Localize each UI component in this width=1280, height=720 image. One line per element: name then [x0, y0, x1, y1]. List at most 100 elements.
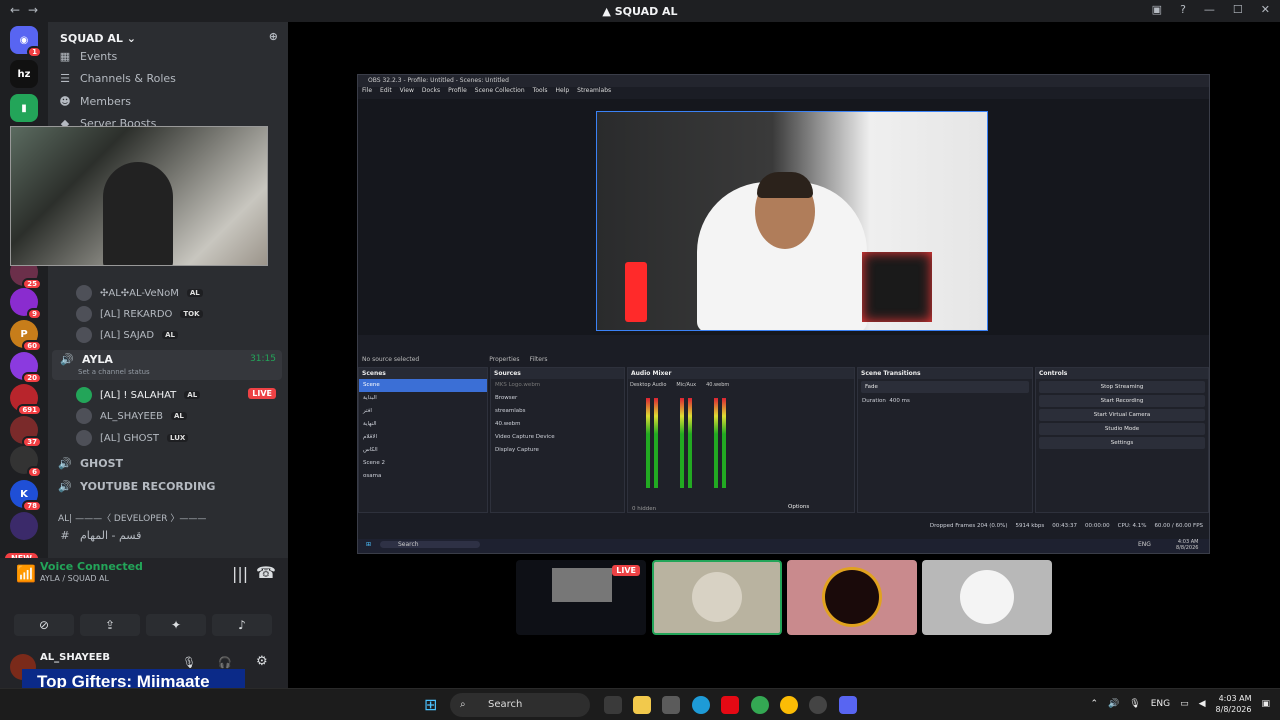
stream-tile-obs[interactable]: LIVE [516, 560, 646, 635]
help-icon[interactable]: ? [1180, 3, 1186, 16]
clock[interactable]: 4:03 AM 8/8/2026 [1216, 693, 1252, 715]
mic-icon[interactable]: 🎙 [182, 656, 196, 669]
filters-button[interactable]: Filters [530, 356, 548, 364]
scene-item[interactable]: Scene 2 [359, 457, 487, 470]
language-indicator[interactable]: ENG [1151, 699, 1170, 709]
store-icon[interactable] [662, 696, 680, 714]
voice-channel-ayla[interactable]: 🔊 AYLA 31:15 Set a channel status [52, 350, 282, 380]
start-recording-button[interactable]: Start Recording [1039, 395, 1205, 407]
options-button[interactable]: Options [788, 504, 809, 510]
server-icon-6[interactable]: 37 [10, 416, 42, 448]
windows-start-icon[interactable]: ⊞ [424, 695, 437, 714]
menu-docks[interactable]: Docks [422, 87, 440, 94]
members-item[interactable]: ☻ Members [58, 95, 131, 108]
obs-icon[interactable] [809, 696, 827, 714]
voice-channel-youtube[interactable]: 🔊 YOUTUBE RECORDING [58, 480, 215, 493]
menu-streamlabs[interactable]: Streamlabs [577, 87, 611, 94]
menu-file[interactable]: File [362, 87, 372, 94]
scene-item[interactable]: الاقلام [359, 431, 487, 444]
source-item[interactable]: Browser [491, 392, 624, 405]
task-view-icon[interactable] [604, 696, 622, 714]
notification-icon[interactable]: ▣ [1261, 699, 1270, 709]
netflix-icon[interactable] [721, 696, 739, 714]
source-item[interactable]: Display Capture [491, 444, 624, 457]
properties-button[interactable]: Properties [489, 356, 519, 364]
chevron-up-icon[interactable]: ⌃ [1091, 699, 1099, 709]
discord-icon[interactable] [839, 696, 857, 714]
user-name[interactable]: AL_SHAYEEB [40, 652, 110, 663]
source-item[interactable]: streamlabs [491, 405, 624, 418]
scene-item[interactable]: الكاس [359, 444, 487, 457]
discord-home-icon[interactable]: ◉ 1 [10, 26, 42, 58]
disconnect-icon[interactable]: ☎ [256, 563, 276, 582]
server-icon-9[interactable] [10, 512, 38, 540]
voice-member[interactable]: [AL] SAJAD AL [76, 327, 178, 343]
scene-item[interactable]: النهاية [359, 418, 487, 431]
menu-scene-collection[interactable]: Scene Collection [475, 87, 525, 94]
channel-status[interactable]: Set a channel status [78, 368, 150, 376]
gear-icon[interactable]: ⚙ [256, 654, 268, 669]
file-explorer-icon[interactable] [633, 696, 651, 714]
mic-icon[interactable]: 🎙 [1129, 699, 1140, 709]
events-item[interactable]: ▦ Events [58, 50, 117, 63]
voice-member[interactable]: [AL] GHOST LUX [76, 430, 189, 446]
server-icon-2[interactable]: 9 [10, 288, 42, 320]
settings-button[interactable]: Settings [1039, 437, 1205, 449]
menu-help[interactable]: Help [555, 87, 569, 94]
scene-item[interactable]: البداية [359, 392, 487, 405]
voice-channel-ghost[interactable]: 🔊 GHOST [58, 457, 123, 470]
noise-suppression-icon[interactable]: ||| [232, 564, 248, 583]
text-channel-tasks[interactable]: # قسم - المهام [58, 529, 141, 542]
stream-tile-member[interactable] [922, 560, 1052, 635]
chrome-profile-icon[interactable] [780, 696, 798, 714]
soundboard-button[interactable]: ♪ [212, 614, 272, 636]
close-button[interactable]: ✕ [1261, 3, 1270, 16]
server-icon-8[interactable]: K 78 [10, 480, 42, 512]
server-icon-5[interactable]: 691 [10, 384, 42, 416]
server-icon-3[interactable]: P 60 [10, 320, 42, 352]
voice-member[interactable]: AL_SHAYEEB AL [76, 408, 187, 424]
source-item[interactable]: MKS Logo.webm [491, 379, 624, 392]
server-icon-4[interactable]: 20 [10, 352, 42, 384]
inbox-icon[interactable]: ▣ [1152, 3, 1162, 16]
menu-profile[interactable]: Profile [448, 87, 467, 94]
voice-member[interactable]: ✣AL✣AL-VeNoM AL [76, 285, 203, 301]
chrome-icon[interactable] [751, 696, 769, 714]
stream-tile-user[interactable] [652, 560, 782, 635]
invite-icon[interactable]: ⊕ [269, 30, 278, 43]
stop-streaming-button[interactable]: Stop Streaming [1039, 381, 1205, 393]
menu-view[interactable]: View [400, 87, 414, 94]
start-virtual-camera-button[interactable]: Start Virtual Camera [1039, 409, 1205, 421]
volume-icon[interactable]: 🔊 [1108, 699, 1119, 709]
headphones-icon[interactable]: 🎧 [218, 656, 232, 669]
speaker-icon[interactable]: ◀ [1199, 699, 1206, 709]
minimize-button[interactable]: — [1204, 3, 1215, 16]
edge-icon[interactable] [692, 696, 710, 714]
server-hz[interactable]: hz [10, 60, 38, 88]
studio-mode-button[interactable]: Studio Mode [1039, 423, 1205, 435]
duration-input[interactable]: 400 ms [889, 398, 909, 404]
camera-off-button[interactable]: ⊘ [14, 614, 74, 636]
signal-icon[interactable]: 📶 [16, 564, 36, 583]
scene-item[interactable]: Scene [359, 379, 487, 392]
screenshare-button[interactable]: ⇪ [80, 614, 140, 636]
source-item[interactable]: 40.webm [491, 418, 624, 431]
taskbar-search[interactable]: ⌕ Search [450, 693, 590, 717]
voice-member[interactable]: [AL] ! SALAHAT AL [76, 387, 201, 403]
transition-select[interactable]: Fade [861, 381, 1029, 393]
channels-roles-item[interactable]: ☰ Channels & Roles [58, 72, 176, 85]
menu-tools[interactable]: Tools [533, 87, 548, 94]
maximize-button[interactable]: ☐ [1233, 3, 1243, 16]
source-item[interactable]: Video Capture Device [491, 431, 624, 444]
server-icon-7[interactable]: 6 [10, 446, 42, 478]
voice-channel-path[interactable]: AYLA / SQUAD AL [40, 574, 109, 583]
stream-tile-syb[interactable] [787, 560, 917, 635]
scene-item[interactable]: osama [359, 470, 487, 483]
server-folder[interactable]: ▮ [10, 94, 38, 122]
scene-item[interactable]: افتر [359, 405, 487, 418]
activities-button[interactable]: ✦ [146, 614, 206, 636]
menu-edit[interactable]: Edit [380, 87, 392, 94]
display-icon[interactable]: ▭ [1180, 699, 1189, 709]
obs-canvas[interactable] [596, 111, 988, 331]
category-developer[interactable]: AL| ———〈 DEVELOPER 〉——— [58, 511, 206, 524]
